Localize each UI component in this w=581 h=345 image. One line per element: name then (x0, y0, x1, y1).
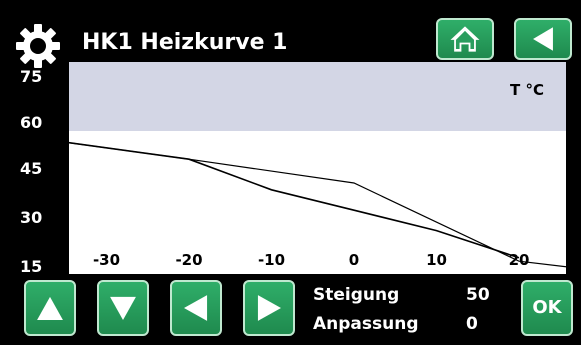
home-button[interactable] (436, 18, 494, 60)
x-tick-label: -10 (258, 251, 285, 269)
x-tick-label: 10 (426, 251, 447, 269)
gear-icon[interactable] (14, 22, 62, 70)
back-button[interactable] (514, 18, 572, 60)
ok-button[interactable]: OK (521, 280, 573, 336)
anpassung-label: Anpassung (313, 314, 419, 334)
x-tick-label: 0 (349, 251, 359, 269)
steigung-label: Steigung (313, 285, 400, 305)
left-button[interactable] (170, 280, 222, 336)
anpassung-value: 0 (466, 314, 478, 334)
up-arrow-icon (37, 296, 63, 320)
heating-curve-plot: T °C -30 -20 -10 0 10 20 (69, 62, 566, 274)
y-tick-label: 75 (20, 67, 43, 86)
y-tick-label: 30 (20, 208, 43, 227)
back-arrow-icon (533, 27, 553, 51)
left-arrow-icon (184, 295, 208, 321)
home-icon (450, 26, 480, 52)
right-button[interactable] (243, 280, 295, 336)
y-tick-label: 15 (20, 257, 43, 276)
curve-line-2 (69, 141, 520, 259)
y-tick-label: 45 (20, 159, 43, 178)
x-tick-label: -20 (175, 251, 202, 269)
steigung-value: 50 (466, 285, 490, 305)
x-tick-label: -30 (93, 251, 120, 269)
page-title: HK1 Heizkurve 1 (82, 30, 288, 55)
x-tick-label: 20 (509, 251, 530, 269)
ok-label: OK (532, 297, 562, 318)
heating-curve-chart: -30 -20 -10 0 10 20 (69, 141, 566, 269)
y-tick-label: 60 (20, 113, 43, 132)
right-arrow-icon (257, 295, 281, 321)
down-button[interactable] (97, 280, 149, 336)
down-arrow-icon (110, 296, 136, 320)
up-button[interactable] (24, 280, 76, 336)
